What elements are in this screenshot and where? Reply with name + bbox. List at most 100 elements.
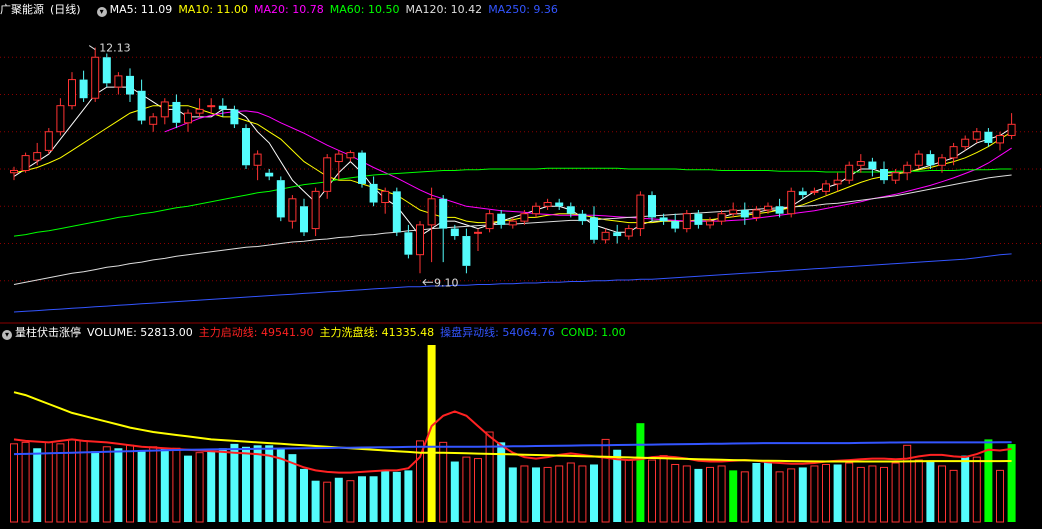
volume-bar-86 — [1007, 444, 1016, 522]
candle-body — [740, 209, 749, 218]
candle-61 — [717, 209, 726, 225]
volume-bar-2 — [33, 448, 42, 522]
candle-body — [33, 152, 42, 161]
candle-body — [914, 153, 923, 166]
candle-30 — [358, 150, 366, 188]
volume-bar-52 — [613, 449, 622, 522]
volume-bar-25 — [300, 468, 308, 522]
volume-bar-74 — [868, 465, 877, 523]
volume-bar-79 — [926, 461, 935, 522]
candle-4 — [56, 98, 65, 136]
candle-49 — [578, 209, 587, 225]
candle-body — [102, 57, 111, 84]
volume-bar-55 — [648, 459, 656, 523]
volume-bar-83 — [972, 456, 981, 523]
ma-line-5 — [13, 253, 1012, 313]
candle-25 — [300, 198, 308, 237]
candle-body — [149, 116, 158, 125]
volume-bar-44 — [520, 465, 529, 523]
volume-bar-48 — [566, 462, 575, 523]
candle-77 — [903, 161, 912, 181]
volume-bar-65 — [764, 461, 772, 522]
candle-body — [961, 138, 970, 148]
candle-body — [358, 152, 366, 184]
candle-body — [300, 206, 308, 233]
candle-8 — [102, 53, 111, 88]
volume-bar-20 — [242, 446, 250, 522]
candle-body — [160, 101, 169, 118]
candle-body — [392, 191, 401, 233]
candle-10 — [126, 68, 134, 102]
volume-bar-81 — [949, 469, 958, 523]
volume-bar-13 — [160, 448, 169, 522]
candle-47 — [555, 198, 564, 210]
candle-82 — [961, 135, 970, 151]
candle-29 — [346, 150, 355, 162]
candle-body — [926, 154, 935, 166]
candle-body — [706, 220, 714, 226]
candle-body — [578, 213, 587, 222]
candle-body — [91, 56, 100, 99]
candle-body — [822, 183, 830, 192]
candle-body — [218, 105, 227, 110]
volume-bar-80 — [938, 465, 946, 523]
volume-bar-41 — [485, 431, 494, 523]
candle-42 — [497, 209, 506, 229]
candle-body — [172, 101, 181, 123]
volume-bar-7 — [91, 451, 100, 522]
candle-85 — [996, 131, 1004, 151]
candle-24 — [288, 195, 297, 229]
low-arrow — [422, 278, 433, 286]
candle-body — [624, 228, 633, 237]
volume-bar-78 — [914, 459, 923, 523]
candle-13 — [160, 98, 169, 125]
volume-bar-67 — [787, 468, 796, 523]
candle-84 — [984, 128, 993, 147]
candle-32 — [381, 187, 390, 214]
volume-bar-71 — [833, 464, 842, 522]
candle-body — [949, 146, 958, 159]
candle-20 — [242, 124, 250, 169]
candle-body — [938, 157, 946, 166]
candle-31 — [369, 176, 378, 207]
candle-body — [566, 206, 575, 214]
candle-37 — [439, 195, 448, 263]
volume-bar-8 — [102, 446, 111, 523]
candle-body — [996, 134, 1004, 144]
price-marks: 12.13 9.10 — [88, 42, 459, 289]
candle-body — [369, 183, 378, 203]
volume-bar-11 — [137, 451, 146, 522]
candle-body — [682, 213, 691, 230]
candle-75 — [880, 161, 888, 184]
candle-body — [381, 190, 390, 204]
candle-80 — [938, 154, 946, 173]
candle-57 — [671, 213, 680, 233]
candle-body — [44, 131, 53, 151]
candle-body — [671, 221, 680, 229]
volume-bar-4 — [56, 443, 65, 523]
candle-33 — [392, 187, 401, 237]
candle-62 — [729, 202, 738, 218]
candle-body — [532, 205, 540, 215]
candle-body — [1007, 123, 1016, 136]
volume-bar-66 — [775, 471, 784, 523]
candle-72 — [845, 161, 854, 184]
volume-bar-57 — [671, 463, 680, 523]
candle-body — [207, 105, 216, 108]
candle-body — [555, 202, 564, 207]
candle-23 — [276, 176, 285, 222]
candle-body — [323, 157, 332, 192]
candle-body — [137, 90, 146, 121]
candle-body — [276, 180, 285, 218]
high-arrow — [88, 45, 96, 50]
candle-54 — [636, 191, 645, 237]
candle-body — [694, 213, 703, 225]
candle-body — [346, 152, 355, 159]
volume-bar-10 — [126, 444, 134, 523]
volume-bar-27 — [323, 481, 332, 523]
candle-26 — [311, 187, 320, 237]
candle-body — [880, 169, 888, 181]
volume-bar-69 — [810, 465, 819, 523]
volume-bar-29 — [346, 480, 355, 523]
candle-body — [404, 232, 413, 255]
